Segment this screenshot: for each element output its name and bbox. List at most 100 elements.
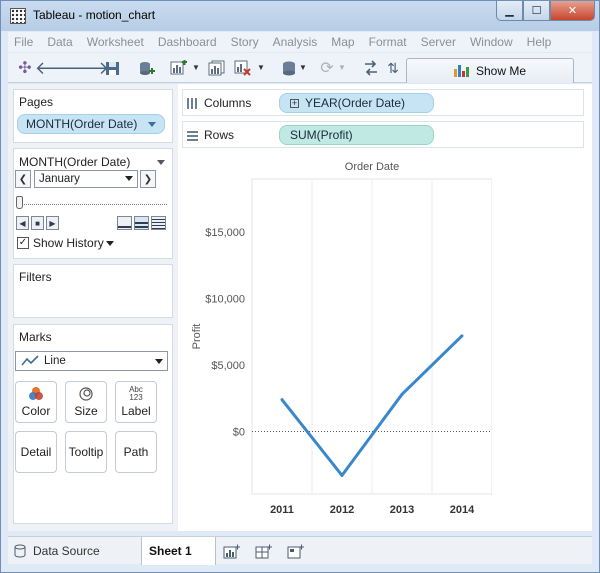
page-slider-thumb[interactable] [16,196,23,209]
menu-window[interactable]: Window [464,35,519,49]
line-chart[interactable]: Order Date $0 $5,000 $10,000 $15,000 Profit 20… [182,154,492,524]
columns-pill-label: YEAR(Order Date) [305,96,406,110]
new-worksheet-tab-button[interactable] [223,537,240,565]
window-title: Tableau - motion_chart [33,8,156,22]
size-label: Size [74,404,98,418]
menu-file[interactable]: File [8,35,39,49]
label-label: Label [121,404,151,418]
page-control-menu-icon[interactable] [157,160,165,165]
rows-pill[interactable]: SUM(Profit) [279,125,434,145]
refresh-dropdown-icon[interactable]: ▼ [338,63,346,72]
rows-label-text: Rows [204,128,235,142]
sort-icon[interactable]: ⇅ [384,59,402,77]
datasource-icon [14,544,26,558]
speed-slow-button[interactable] [117,216,132,230]
play-forward-button[interactable]: ▶ [46,216,59,230]
workspace: Pages MONTH(Order Date) MONTH(Order Date… [8,84,592,531]
duplicate-sheet-icon[interactable] [208,59,226,77]
show-history-dropdown-icon[interactable] [106,241,114,246]
path-button[interactable]: Path [115,431,157,473]
new-story-icon [287,544,304,558]
pages-pill[interactable]: MONTH(Order Date) [17,114,165,134]
datasource-icon[interactable] [280,59,298,77]
tooltip-button[interactable]: Tooltip [65,431,107,473]
menu-story[interactable]: Story [225,35,265,49]
datasource-dropdown-icon[interactable]: ▼ [299,63,307,72]
new-dashboard-icon [255,544,272,558]
pages-card: Pages MONTH(Order Date) [13,89,173,143]
label-button[interactable]: Abc 123 Label [115,381,157,423]
window-controls: ▁ ☐ ✕ [496,1,595,21]
y-tick-label: $5,000 [211,360,245,372]
close-button[interactable]: ✕ [550,1,595,21]
menu-data[interactable]: Data [41,35,78,49]
next-page-button[interactable]: ❯ [140,170,156,188]
menu-dashboard[interactable]: Dashboard [152,35,223,49]
clear-sheet-dropdown-icon[interactable]: ▼ [257,63,265,72]
x-tick-label: 2011 [270,504,294,516]
menu-bar: File Data Worksheet Dashboard Story Anal… [8,32,592,52]
chart-panel[interactable]: Order Date $0 $5,000 $10,000 $15,000 Profit 20… [182,154,492,524]
clear-sheet-icon[interactable] [234,59,252,77]
mark-type-select[interactable]: Line [15,351,168,371]
color-icon [29,387,43,400]
show-me-button[interactable]: Show Me [406,58,574,83]
chevron-down-icon [125,176,133,181]
filters-card[interactable]: Filters [13,264,173,318]
y-axis-label: Profit [191,324,203,350]
menu-server[interactable]: Server [415,35,462,49]
menu-worksheet[interactable]: Worksheet [81,35,150,49]
data-source-tab[interactable]: Data Source [14,537,108,565]
minimize-button[interactable]: ▁ [496,1,523,21]
color-button[interactable]: Color [15,381,57,423]
new-story-tab-button[interactable] [287,537,304,565]
play-backward-button[interactable]: ◀ [16,216,29,230]
add-datasource-icon[interactable] [137,59,155,77]
new-dashboard-tab-button[interactable] [255,537,272,565]
y-tick-label: $15,000 [205,227,245,239]
tableau-logo-icon[interactable]: ✣ [16,59,34,77]
y-tick-label: $0 [233,427,245,439]
speed-medium-button[interactable] [134,216,149,230]
page-slider-track[interactable] [17,204,167,205]
refresh-icon[interactable]: ⟳ [318,59,336,77]
columns-icon [187,97,198,109]
save-icon[interactable] [103,59,121,77]
sheet-1-tab[interactable]: Sheet 1 [141,537,216,565]
left-panel: Pages MONTH(Order Date) MONTH(Order Date… [8,84,178,531]
expand-icon[interactable]: + [290,98,299,108]
pages-title: Pages [19,95,54,109]
pill-dropdown-icon[interactable] [148,122,156,127]
detail-button[interactable]: Detail [15,431,57,473]
page-control-card: MONTH(Order Date) ❮ January ❯ ◀ ■ ▶ ✓ Sh… [13,148,173,259]
color-label: Color [21,404,51,418]
tableau-app-icon [10,8,26,24]
detail-label: Detail [20,445,52,459]
toolbar: ✣ 🡐 🡒 ▼ ▼ ▼ ⟳ ▼ ⇅ Show Me [8,53,592,83]
columns-pill[interactable]: + YEAR(Order Date) [279,93,434,113]
speed-fast-button[interactable] [151,216,166,230]
size-button[interactable]: Size [65,381,107,423]
menu-map[interactable]: Map [325,35,360,49]
previous-page-button[interactable]: ❮ [15,170,31,188]
rows-shelf[interactable]: Rows SUM(Profit) [182,121,584,148]
rows-shelf-label: Rows [187,128,234,142]
maximize-button[interactable]: ☐ [523,1,550,21]
menu-help[interactable]: Help [521,35,558,49]
tooltip-label: Tooltip [68,445,104,459]
marks-title: Marks [19,330,52,344]
show-history-checkbox[interactable]: ✓ [17,237,29,249]
filters-title: Filters [19,270,52,284]
swap-icon[interactable] [362,59,380,77]
columns-shelf-label: Columns [187,96,251,110]
menu-analysis[interactable]: Analysis [267,35,324,49]
size-icon [79,387,93,401]
columns-shelf[interactable]: Columns + YEAR(Order Date) [182,89,584,116]
new-worksheet-icon[interactable] [170,59,188,77]
redo-icon[interactable]: 🡒 [61,58,109,78]
y-tick-label: $10,000 [205,294,245,306]
stop-button[interactable]: ■ [31,216,44,230]
page-select[interactable]: January [34,170,138,188]
menu-format[interactable]: Format [363,35,413,49]
new-worksheet-dropdown-icon[interactable]: ▼ [192,63,200,72]
